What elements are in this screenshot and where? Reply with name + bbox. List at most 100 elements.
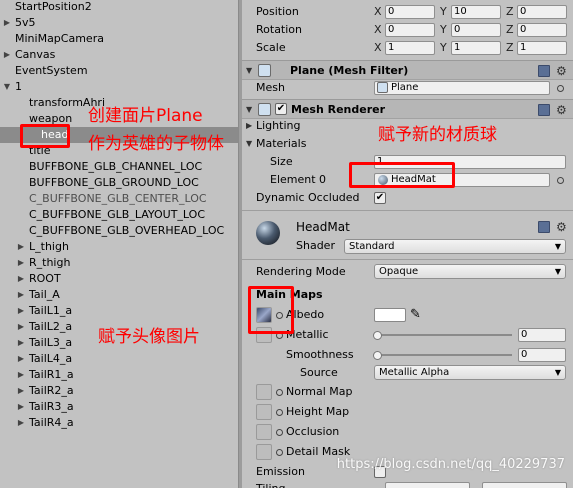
expand-right-icon[interactable]: ▶ — [16, 415, 26, 431]
expand-right-icon[interactable]: ▶ — [2, 47, 12, 63]
tiling-x-field[interactable] — [385, 482, 470, 488]
smoothness-slider-knob[interactable] — [373, 351, 382, 360]
materials-fold-icon[interactable]: ▼ — [246, 135, 252, 153]
hierarchy-item-tailr3-a[interactable]: ▶ TailR3_a — [0, 399, 238, 415]
normal-map-row: Normal Map — [242, 383, 573, 401]
expand-right-icon[interactable]: ▶ — [16, 319, 26, 335]
hierarchy-item-c-buffbone-glb-overhead-loc[interactable]: C_BUFFBONE_GLB_OVERHEAD_LOC — [0, 223, 238, 239]
smoothness-field[interactable]: 0 — [518, 348, 566, 362]
help-book-icon[interactable] — [538, 104, 550, 116]
mesh-renderer-fold-icon[interactable]: ▼ — [246, 105, 252, 114]
rotation-x-field[interactable]: 0 — [385, 23, 435, 37]
expand-right-icon[interactable]: ▶ — [16, 303, 26, 319]
lighting-fold-icon[interactable]: ▶ — [246, 117, 252, 135]
albedo-color-swatch[interactable] — [374, 308, 406, 322]
height-map-texture-slot[interactable] — [256, 404, 272, 420]
dynamic-occluded-checkbox[interactable]: ✔ — [374, 192, 386, 204]
expand-right-icon[interactable]: ▶ — [16, 287, 26, 303]
position-y-field[interactable]: 10 — [451, 5, 501, 19]
eyedropper-icon[interactable]: ✎ — [410, 306, 421, 324]
mesh-filter-fold-icon[interactable]: ▼ — [246, 66, 252, 75]
hierarchy-item-c-buffbone-glb-layout-loc[interactable]: C_BUFFBONE_GLB_LAYOUT_LOC — [0, 207, 238, 223]
gear-icon[interactable]: ⚙ — [556, 104, 567, 116]
expand-down-icon[interactable]: ▼ — [2, 79, 12, 95]
rotation-y-field[interactable]: 0 — [451, 23, 501, 37]
annotation-assign-material: 赋予新的材质球 — [378, 125, 497, 145]
rendering-mode-row: Rendering Mode Opaque ▼ — [242, 263, 573, 281]
rotation-z-axis: Z — [506, 23, 514, 36]
hierarchy-item-5v5[interactable]: ▶ 5v5 — [0, 15, 238, 31]
texture-picker-icon[interactable] — [276, 409, 283, 416]
expand-right-icon[interactable]: ▶ — [2, 15, 12, 31]
hierarchy-item-minimapcamera[interactable]: MiniMapCamera — [0, 31, 238, 47]
occlusion-texture-slot[interactable] — [256, 424, 272, 440]
hierarchy-item-buffbone-glb-ground-loc[interactable]: BUFFBONE_GLB_GROUND_LOC — [0, 175, 238, 191]
tiling-y-field[interactable] — [482, 482, 567, 488]
hierarchy-item-tailr1-a[interactable]: ▶ TailR1_a — [0, 367, 238, 383]
rotation-z-field[interactable]: 0 — [517, 23, 567, 37]
detail-mask-texture-slot[interactable] — [256, 444, 272, 460]
metallic-slider-track[interactable] — [378, 334, 512, 336]
expand-right-icon[interactable]: ▶ — [16, 271, 26, 287]
hierarchy-item-tailr4-a[interactable]: ▶ TailR4_a — [0, 415, 238, 431]
hierarchy-item-label: R_thigh — [29, 256, 71, 269]
metallic-slider-knob[interactable] — [373, 331, 382, 340]
position-y-axis: Y — [440, 5, 447, 18]
expand-right-icon[interactable]: ▶ — [16, 255, 26, 271]
hierarchy-item-startposition2[interactable]: StartPosition2 — [0, 0, 238, 15]
position-z-field[interactable]: 0 — [517, 5, 567, 19]
object-picker-icon[interactable] — [557, 85, 564, 92]
shader-dropdown[interactable]: Standard ▼ — [344, 239, 566, 254]
hierarchy-item-label: Tail_A — [29, 288, 60, 301]
hierarchy-item-c-buffbone-glb-center-loc[interactable]: C_BUFFBONE_GLB_CENTER_LOC — [0, 191, 238, 207]
hierarchy-item-label: TailR1_a — [29, 368, 74, 381]
hierarchy-item-canvas[interactable]: ▶ Canvas — [0, 47, 238, 63]
hierarchy-item-buffbone-glb-channel-loc[interactable]: BUFFBONE_GLB_CHANNEL_LOC — [0, 159, 238, 175]
metallic-field[interactable]: 0 — [518, 328, 566, 342]
expand-right-icon[interactable]: ▶ — [16, 335, 26, 351]
texture-picker-icon[interactable] — [276, 389, 283, 396]
scale-y-field[interactable]: 1 — [451, 41, 501, 55]
hierarchy-item-tail-a[interactable]: ▶ Tail_A — [0, 287, 238, 303]
help-book-icon[interactable] — [538, 221, 550, 233]
expand-right-icon[interactable]: ▶ — [16, 351, 26, 367]
mesh-filter-header[interactable]: ▼ Plane (Mesh Filter) ⚙ — [242, 60, 573, 80]
texture-picker-icon[interactable] — [276, 449, 283, 456]
annotation-box-element0 — [349, 162, 455, 188]
help-book-icon[interactable] — [538, 65, 550, 77]
transform-rotation-row: Rotation X 0 Y 0 Z 0 — [242, 21, 573, 39]
hierarchy-item-r-thigh[interactable]: ▶ R_thigh — [0, 255, 238, 271]
gear-icon[interactable]: ⚙ — [556, 221, 567, 233]
scale-x-field[interactable]: 1 — [385, 41, 435, 55]
expand-right-icon[interactable]: ▶ — [16, 399, 26, 415]
rendering-mode-dropdown[interactable]: Opaque ▼ — [374, 264, 566, 279]
hierarchy-item-label: BUFFBONE_GLB_CHANNEL_LOC — [29, 160, 203, 173]
hierarchy-item-tailr2-a[interactable]: ▶ TailR2_a — [0, 383, 238, 399]
element0-label: Element 0 — [270, 173, 327, 186]
mesh-renderer-enabled-checkbox[interactable]: ✔ — [275, 103, 287, 115]
gear-icon[interactable]: ⚙ — [556, 65, 567, 77]
hierarchy-item-taill1-a[interactable]: ▶ TailL1_a — [0, 303, 238, 319]
source-dropdown[interactable]: Metallic Alpha ▼ — [374, 365, 566, 380]
hierarchy-item-root[interactable]: ▶ ROOT — [0, 271, 238, 287]
expand-right-icon[interactable]: ▶ — [16, 367, 26, 383]
hierarchy-item-label: MiniMapCamera — [15, 32, 104, 45]
hierarchy-item-label: 5v5 — [15, 16, 36, 29]
position-x-field[interactable]: 0 — [385, 5, 435, 19]
hierarchy-item-taill4-a[interactable]: ▶ TailL4_a — [0, 351, 238, 367]
smoothness-slider-track[interactable] — [378, 354, 512, 356]
smoothness-row: Smoothness 0 — [242, 346, 573, 364]
texture-picker-icon[interactable] — [276, 429, 283, 436]
hierarchy-item-1[interactable]: ▼ 1 — [0, 79, 238, 95]
mesh-asset-icon — [377, 82, 388, 93]
mesh-field[interactable]: Plane — [374, 81, 550, 95]
rendering-mode-label: Rendering Mode — [256, 265, 346, 278]
hierarchy-item-l-thigh[interactable]: ▶ L_thigh — [0, 239, 238, 255]
normal-map-texture-slot[interactable] — [256, 384, 272, 400]
mesh-renderer-header[interactable]: ▼ ✔ Mesh Renderer ⚙ — [242, 99, 573, 119]
expand-right-icon[interactable]: ▶ — [16, 239, 26, 255]
expand-right-icon[interactable]: ▶ — [16, 383, 26, 399]
hierarchy-item-eventsystem[interactable]: EventSystem — [0, 63, 238, 79]
object-picker-icon[interactable] — [557, 177, 564, 184]
scale-z-field[interactable]: 1 — [517, 41, 567, 55]
